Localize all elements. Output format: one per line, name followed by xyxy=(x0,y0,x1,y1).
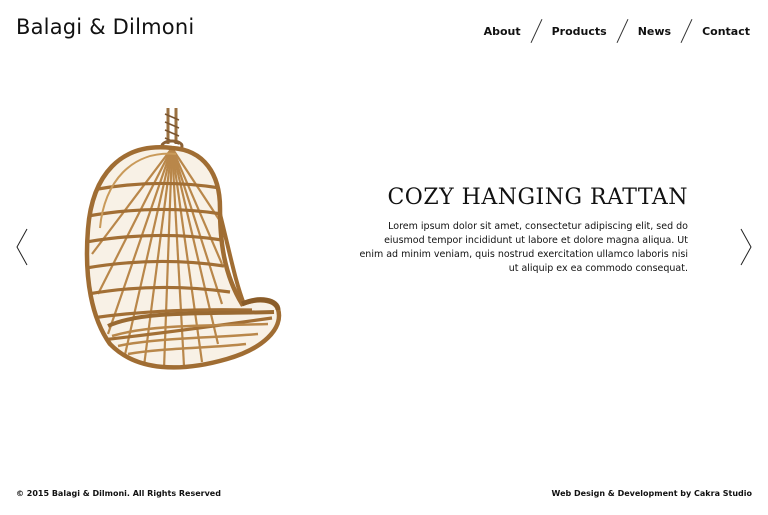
chevron-right-icon xyxy=(740,228,752,266)
brand-logo[interactable]: Balagi & Dilmoni xyxy=(16,15,194,39)
slide-title: COZY HANGING RATTAN xyxy=(387,185,688,210)
next-slide-button[interactable] xyxy=(739,228,753,266)
nav-item-products[interactable]: Products xyxy=(552,25,607,38)
hanging-rattan-chair-icon xyxy=(84,108,282,370)
nav-item-news[interactable]: News xyxy=(638,25,671,38)
chevron-left-icon xyxy=(16,228,28,266)
main-nav: About Products News Contact xyxy=(484,18,750,44)
credit-link[interactable]: Web Design & Development by Cakra Studio xyxy=(552,489,752,498)
copyright-text: © 2015 Balagi & Dilmoni. All Rights Rese… xyxy=(16,489,221,498)
nav-separator xyxy=(680,19,693,43)
slide-description: Lorem ipsum dolor sit amet, consectetur … xyxy=(359,221,688,274)
nav-separator xyxy=(530,19,543,43)
nav-item-contact[interactable]: Contact xyxy=(702,25,750,38)
nav-separator xyxy=(616,19,629,43)
page: Balagi & Dilmoni About Products News Con… xyxy=(0,0,768,515)
hanging-rattan-chair-image xyxy=(62,104,294,386)
nav-item-about[interactable]: About xyxy=(484,25,521,38)
prev-slide-button[interactable] xyxy=(15,228,29,266)
slide-content: COZY HANGING RATTAN Lorem ipsum dolor si… xyxy=(358,185,688,276)
